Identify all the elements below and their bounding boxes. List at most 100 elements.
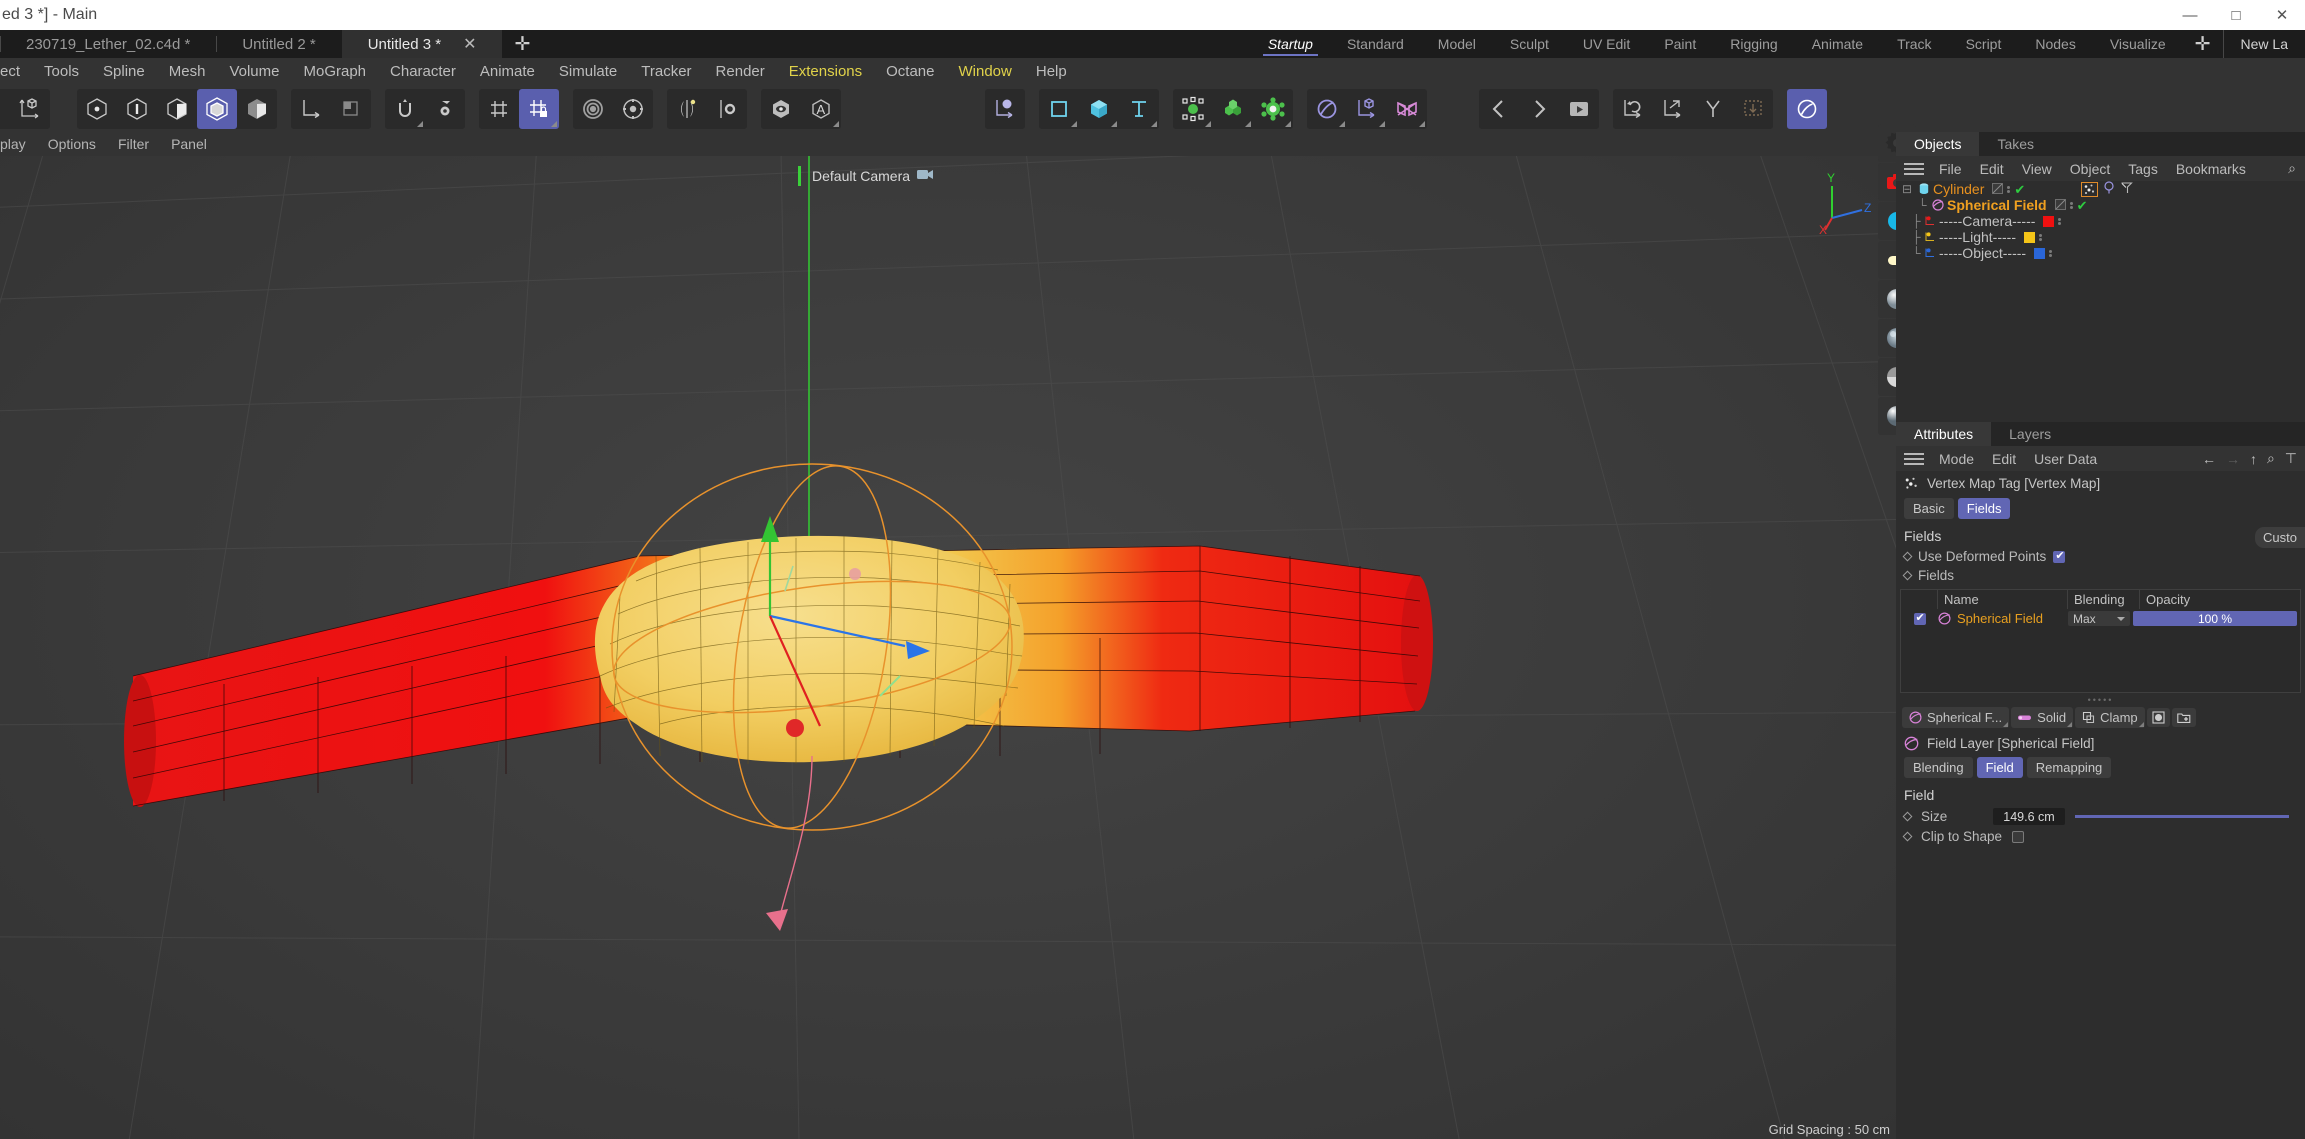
clip-to-shape-checkbox[interactable]	[2012, 830, 2025, 843]
layout-tab-startup[interactable]: Startup	[1251, 30, 1330, 58]
axis-tool-icon[interactable]	[10, 89, 50, 129]
object-row-controls[interactable]: ✔	[1992, 181, 2025, 197]
undo-view-icon[interactable]	[1479, 89, 1519, 129]
layout-tab-animate[interactable]: Animate	[1795, 30, 1880, 58]
panel-splitter[interactable]: •••••	[1896, 693, 2305, 705]
object-name[interactable]: -----Light-----	[1939, 229, 2016, 245]
add-folder-button[interactable]	[2171, 708, 2196, 727]
add-field-button[interactable]	[2146, 708, 2170, 727]
layout-tab-visualize[interactable]: Visualize	[2093, 30, 2183, 58]
customize-button[interactable]: Custo	[2255, 527, 2305, 548]
menu-item-tools[interactable]: Tools	[32, 58, 91, 86]
simulate-icon[interactable]	[1253, 89, 1293, 129]
viewport-canvas[interactable]: Default Camera Y Z X Grid Spacing: 50 c…	[0, 156, 1896, 1139]
object-row-spherical-field[interactable]: └ Spherical Field ✔	[1896, 197, 2305, 213]
redo-view-icon[interactable]	[1519, 89, 1559, 129]
menu-item-octane[interactable]: Octane	[874, 58, 946, 86]
tab-objects[interactable]: Objects	[1896, 132, 1980, 156]
polygon-mode-icon[interactable]	[157, 89, 197, 129]
layout-tab-nodes[interactable]: Nodes	[2018, 30, 2092, 58]
texture-axis-icon[interactable]	[331, 89, 371, 129]
field-object-icon[interactable]	[1307, 89, 1347, 129]
viewport-menu-options[interactable]: Options	[37, 136, 107, 152]
snap-settings-icon[interactable]	[425, 89, 465, 129]
menu-item-window[interactable]: Window	[947, 58, 1024, 86]
layout-tab-track[interactable]: Track	[1880, 30, 1948, 58]
model-mode-icon[interactable]	[197, 89, 237, 129]
layout-tab-uv-edit[interactable]: UV Edit	[1566, 30, 1647, 58]
object-menu-edit[interactable]: Edit	[1971, 161, 2013, 177]
primitive-cube-icon[interactable]	[1079, 89, 1119, 129]
document-tab-2[interactable]: Untitled 3 * ✕	[341, 30, 503, 58]
field-opacity-slider[interactable]: 100 %	[2133, 611, 2297, 626]
tab-takes[interactable]: Takes	[1979, 132, 2052, 156]
menu-item-help[interactable]: Help	[1024, 58, 1079, 86]
search-icon[interactable]: ⌕	[2279, 160, 2305, 177]
enabled-check-icon[interactable]: ✔	[2014, 183, 2025, 196]
object-mode-icon[interactable]	[237, 89, 277, 129]
octane-render-icon[interactable]	[1787, 89, 1827, 129]
fields-table-row[interactable]: Spherical Field Max 100 %	[1901, 609, 2300, 628]
viewport[interactable]: play Options Filter Panel Default Camera	[0, 132, 1896, 1139]
render-queue-icon[interactable]	[1693, 89, 1733, 129]
keyframe-diamond-icon[interactable]	[1902, 570, 1913, 581]
camera-object-icon[interactable]	[1347, 89, 1387, 129]
point-mode-icon[interactable]	[77, 89, 117, 129]
render-view-icon[interactable]	[1559, 89, 1599, 129]
object-name[interactable]: -----Object-----	[1939, 245, 2026, 261]
size-input[interactable]: 149.6 cm	[1993, 808, 2065, 825]
visibility-dots-icon[interactable]	[2049, 249, 2053, 257]
property-fields[interactable]: Fields	[1896, 566, 2305, 585]
menu-item-simulate[interactable]: Simulate	[547, 58, 629, 86]
field-blending-dropdown[interactable]: Max	[2068, 611, 2130, 626]
use-deformed-points-checkbox[interactable]	[2053, 549, 2066, 563]
visibility-dots-icon[interactable]	[2069, 201, 2073, 209]
text-object-icon[interactable]	[1119, 89, 1159, 129]
add-document-tab-button[interactable]: ✛	[502, 30, 542, 58]
object-row-controls[interactable]: ✔	[2054, 197, 2088, 213]
null-object-icon[interactable]	[985, 89, 1025, 129]
menu-item-extensions[interactable]: Extensions	[777, 58, 874, 86]
workplane-icon[interactable]	[479, 89, 519, 129]
object-row-object-null[interactable]: └ -----Object-----	[1896, 245, 2305, 261]
object-name[interactable]: -----Camera-----	[1939, 213, 2035, 229]
property-clip-to-shape[interactable]: Clip to Shape	[1896, 827, 2305, 846]
layer-color-swatch[interactable]	[2043, 215, 2055, 227]
edge-mode-icon[interactable]	[117, 89, 157, 129]
symmetry-settings-icon[interactable]	[707, 89, 747, 129]
object-name[interactable]: Spherical Field	[1947, 197, 2047, 213]
field-row-name[interactable]: Spherical Field	[1957, 611, 2043, 626]
symmetry-icon[interactable]	[667, 89, 707, 129]
workplane-lock-icon[interactable]	[519, 89, 559, 129]
forward-icon[interactable]: →	[2226, 451, 2240, 467]
axis-z-icon[interactable]: Z	[0, 89, 10, 129]
up-icon[interactable]: ↑	[2250, 451, 2257, 467]
layout-tab-script[interactable]: Script	[1949, 30, 2019, 58]
object-row-controls[interactable]	[2023, 231, 2042, 243]
size-slider[interactable]	[2075, 815, 2289, 818]
filter-icon[interactable]: ⊤	[2285, 450, 2297, 467]
tab-layers[interactable]: Layers	[1991, 422, 2069, 446]
menu-item-animate[interactable]: Animate	[468, 58, 547, 86]
add-layout-button[interactable]: ✛	[2183, 30, 2223, 58]
snap-magnet-icon[interactable]	[385, 89, 425, 129]
render-toggle-icon[interactable]	[2054, 197, 2066, 213]
viewport-scene[interactable]	[0, 156, 1896, 1139]
annotation-icon[interactable]: A	[801, 89, 841, 129]
document-tab-1[interactable]: Untitled 2 *	[216, 30, 341, 58]
field-tag-icon[interactable]	[2103, 181, 2115, 197]
object-menu-object[interactable]: Object	[2061, 161, 2119, 177]
visibility-dots-icon[interactable]	[2058, 217, 2062, 225]
menu-item-mograph[interactable]: MoGraph	[291, 58, 378, 86]
viewport-visibility-icon[interactable]	[761, 89, 801, 129]
menu-item-render[interactable]: Render	[704, 58, 777, 86]
property-use-deformed-points[interactable]: Use Deformed Points	[1896, 547, 2305, 566]
tag-tab-basic[interactable]: Basic	[1904, 498, 1954, 519]
menu-item-tracker[interactable]: Tracker	[629, 58, 703, 86]
fields-table[interactable]: Name Blending Opacity Spherical Field	[1900, 589, 2301, 693]
tab-attributes[interactable]: Attributes	[1896, 422, 1992, 446]
object-row-camera-null[interactable]: ├ -----Camera-----	[1896, 213, 2305, 229]
layer-color-swatch[interactable]	[2034, 247, 2046, 259]
layout-tab-model[interactable]: Model	[1421, 30, 1493, 58]
field-enable-checkbox[interactable]	[1913, 611, 1926, 625]
